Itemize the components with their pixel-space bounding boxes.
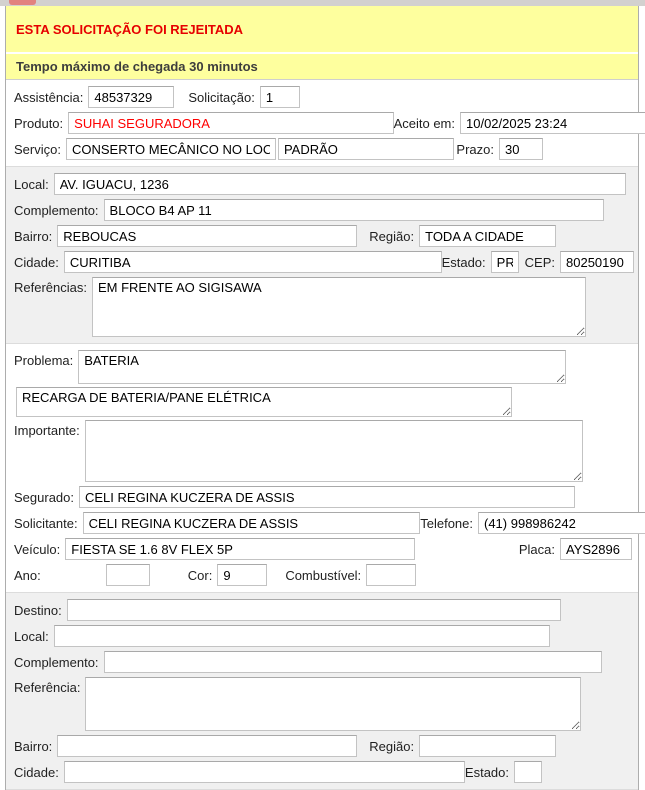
servico-tipo-input[interactable] — [277, 138, 454, 160]
section-origin-location: Local: Complemento: Bairro: Região: Cida… — [6, 166, 638, 344]
destino-local-label: Local: — [14, 628, 49, 644]
destino-cidade-input[interactable] — [63, 761, 465, 783]
destino-referencia-textarea[interactable] — [85, 677, 582, 731]
destino-estado-input[interactable] — [514, 761, 542, 783]
problema-textarea[interactable] — [78, 350, 567, 384]
row-destino: Destino: — [14, 598, 638, 622]
origem-complemento-input[interactable] — [103, 199, 604, 221]
row-problema: Problema: — [14, 350, 638, 384]
ano-input[interactable] — [105, 564, 150, 586]
segurado-input[interactable] — [79, 486, 575, 508]
problema-label: Problema: — [14, 353, 74, 368]
solicitacao-input[interactable] — [259, 86, 300, 108]
origem-estado-input[interactable] — [490, 251, 519, 273]
row-assistencia: Assistência: Solicitação: — [14, 85, 638, 109]
solicitante-input[interactable] — [82, 512, 421, 534]
assistencia-label: Assistência: — [14, 89, 84, 105]
importante-textarea[interactable] — [84, 420, 583, 482]
servico-label: Serviço: — [14, 141, 61, 157]
destino-label: Destino: — [14, 602, 62, 618]
cor-input[interactable] — [217, 564, 268, 586]
rejected-banner: ESTA SOLICITAÇÃO FOI REJEITADA — [6, 6, 638, 54]
destino-input[interactable] — [66, 599, 561, 621]
top-window-bar — [0, 0, 645, 6]
section-destination: Destino: Local: Complemento: Referência:… — [6, 592, 638, 790]
produto-label: Produto: — [14, 115, 64, 131]
placa-label: Placa: — [518, 541, 555, 557]
row-ano-cor-combustivel: Ano: Cor: Combustível: — [14, 563, 638, 587]
problema-descricao-textarea[interactable] — [16, 387, 512, 417]
max-arrival-time-banner: Tempo máximo de chegada 30 minutos — [6, 54, 638, 80]
row-problema-descricao — [14, 387, 638, 417]
servico-input[interactable] — [65, 138, 276, 160]
row-servico: Serviço: Prazo: — [14, 137, 638, 161]
destino-complemento-input[interactable] — [103, 651, 602, 673]
clipped-red-button[interactable] — [9, 0, 36, 5]
destino-regiao-label: Região: — [369, 738, 415, 754]
prazo-label: Prazo: — [456, 141, 494, 157]
row-destino-cidade: Cidade: Estado: — [14, 760, 638, 784]
row-origem-bairro: Bairro: Região: — [14, 224, 638, 248]
row-origem-cidade: Cidade: Estado: CEP: — [14, 250, 638, 274]
telefone-input[interactable] — [478, 512, 645, 534]
origem-local-input[interactable] — [53, 173, 626, 195]
aceito-em-label: Aceito em: — [393, 115, 455, 131]
destino-local-input[interactable] — [53, 625, 550, 647]
row-origem-complemento: Complemento: — [14, 198, 638, 222]
prazo-input[interactable] — [499, 138, 543, 160]
origem-estado-label: Estado: — [441, 254, 486, 270]
row-veiculo: Veículo: Placa: — [14, 537, 638, 561]
row-destino-local: Local: — [14, 624, 638, 648]
origem-referencias-textarea[interactable] — [91, 277, 586, 337]
max-arrival-time-text: Tempo máximo de chegada 30 minutos — [16, 59, 258, 74]
ano-label: Ano: — [14, 567, 41, 583]
solicitante-label: Solicitante: — [14, 515, 78, 531]
origem-cidade-input[interactable] — [63, 251, 442, 273]
importante-label: Importante: — [14, 423, 80, 438]
veiculo-input[interactable] — [65, 538, 416, 560]
row-destino-referencia: Referência: — [14, 677, 638, 731]
telefone-label: Telefone: — [420, 515, 473, 531]
row-importante: Importante: — [14, 420, 638, 482]
row-segurado: Segurado: — [14, 485, 638, 509]
destino-regiao-input[interactable] — [419, 735, 557, 757]
destino-estado-label: Estado: — [464, 764, 509, 780]
origem-cep-label: CEP: — [524, 254, 555, 270]
placa-input[interactable] — [560, 538, 632, 560]
solicitacao-label: Solicitação: — [188, 89, 255, 105]
row-origem-referencias: Referências: — [14, 277, 638, 337]
origem-local-label: Local: — [14, 176, 49, 192]
origem-regiao-input[interactable] — [419, 225, 557, 247]
cor-label: Cor: — [187, 567, 213, 583]
origem-referencias-label: Referências: — [14, 280, 87, 295]
aceito-em-input[interactable] — [460, 112, 645, 134]
origem-cidade-label: Cidade: — [14, 254, 59, 270]
destino-referencia-label: Referência: — [14, 680, 81, 695]
segurado-label: Segurado: — [14, 489, 74, 505]
origem-bairro-input[interactable] — [57, 225, 358, 247]
section-service: Assistência: Solicitação: Produto: Aceit… — [6, 80, 645, 166]
row-destino-complemento: Complemento: — [14, 650, 638, 674]
destino-bairro-input[interactable] — [57, 735, 358, 757]
origem-cep-input[interactable] — [560, 251, 634, 273]
row-produto: Produto: Aceito em: — [14, 111, 645, 135]
combustivel-label: Combustível: — [285, 567, 362, 583]
row-origem-local: Local: — [14, 172, 638, 196]
origem-complemento-label: Complemento: — [14, 202, 99, 218]
service-request-form: ESTA SOLICITAÇÃO FOI REJEITADA Tempo máx… — [5, 6, 645, 790]
rejected-banner-text: ESTA SOLICITAÇÃO FOI REJEITADA — [16, 21, 244, 37]
origem-regiao-label: Região: — [369, 228, 415, 244]
assistencia-input[interactable] — [88, 86, 175, 108]
combustivel-input[interactable] — [366, 564, 417, 586]
row-destino-bairro: Bairro: Região: — [14, 734, 638, 758]
section-problem-vehicle: Problema: Importante: Segurado: Solicita… — [6, 344, 645, 592]
destino-bairro-label: Bairro: — [14, 738, 53, 754]
produto-input[interactable] — [68, 112, 394, 134]
destino-cidade-label: Cidade: — [14, 764, 59, 780]
veiculo-label: Veículo: — [14, 541, 61, 557]
destino-complemento-label: Complemento: — [14, 654, 99, 670]
origem-bairro-label: Bairro: — [14, 228, 53, 244]
row-solicitante: Solicitante: Telefone: — [14, 511, 645, 535]
